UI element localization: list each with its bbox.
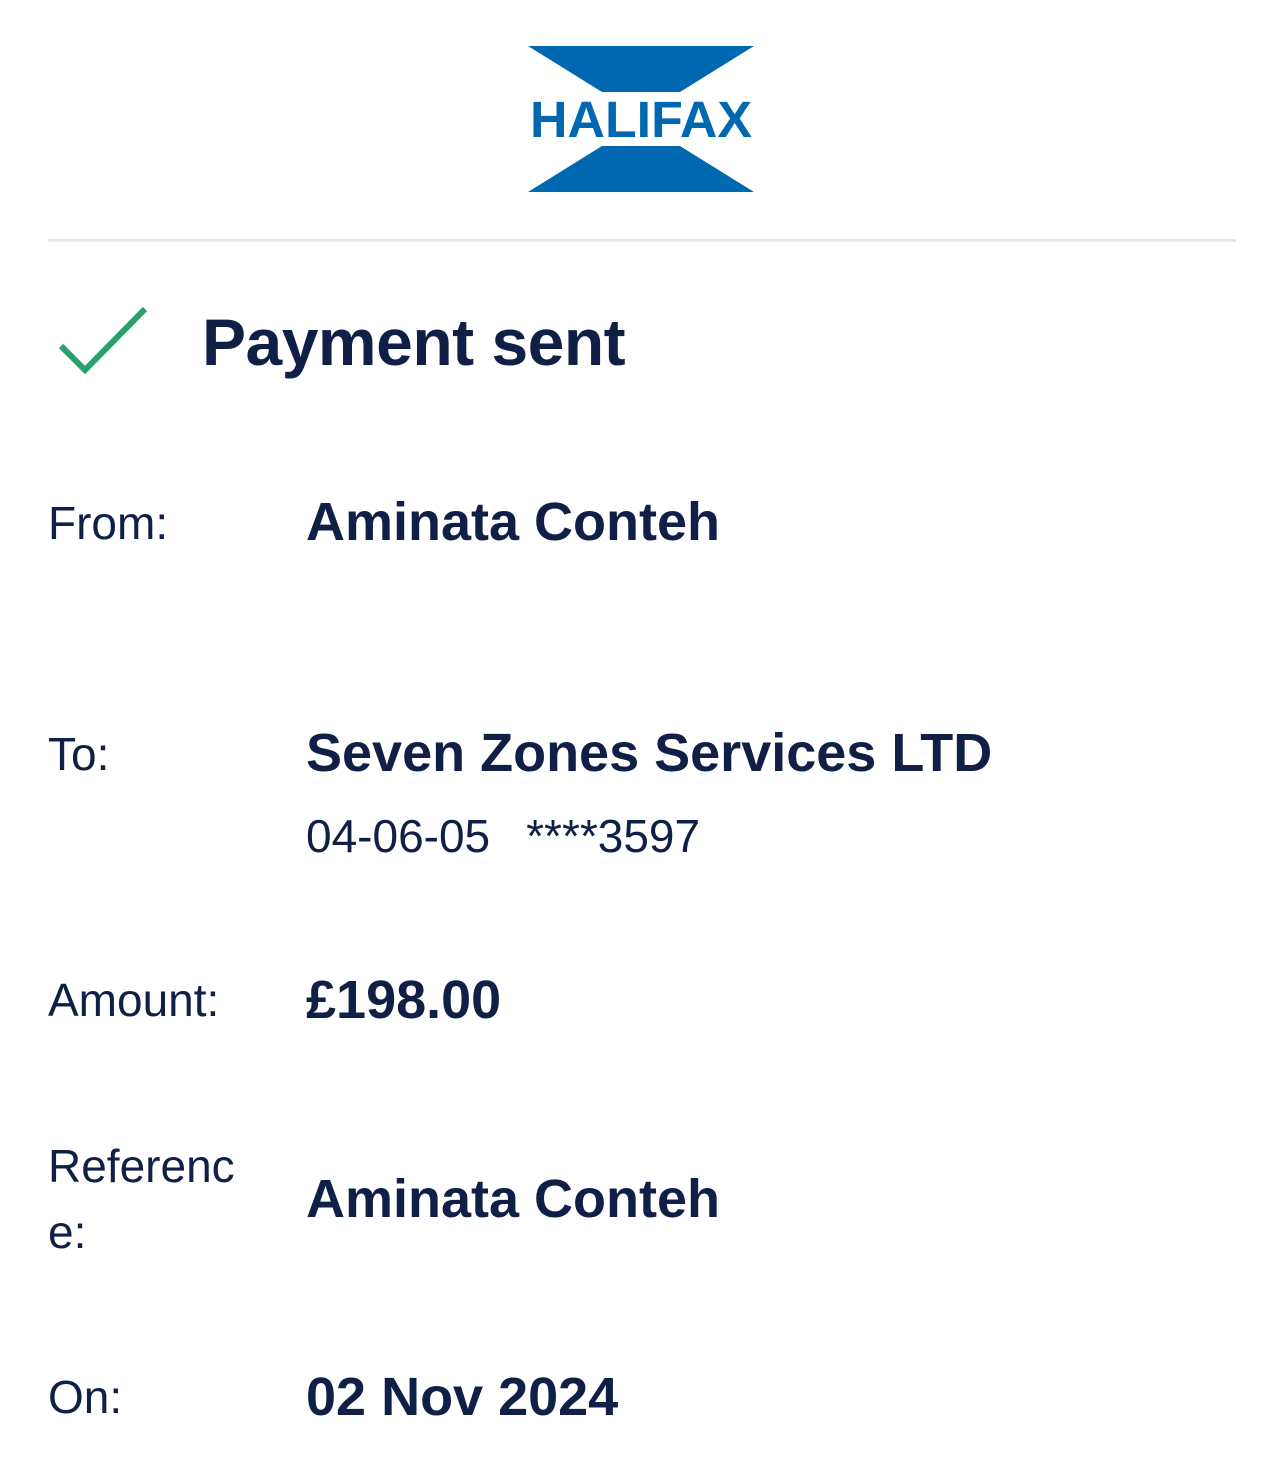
date-value: 02 Nov 2024 [306,1367,619,1427]
halifax-x-logo-icon: HALIFAX [528,46,754,192]
reference-label: Reference: [48,1140,235,1258]
to-label: To: [48,728,110,780]
to-value: Seven Zones Services LTD [306,723,993,783]
amount-value: £198.00 [306,970,502,1030]
logo-text: HALIFAX [530,91,752,148]
amount-label: Amount: [48,974,220,1026]
from-value: Aminata Conteh [306,492,721,552]
reference-value: Aminata Conteh [306,1169,721,1229]
header-divider [48,239,1236,242]
sort-code: 04-06-05 [306,810,491,862]
to-account-details: 04-06-05 ****3597 [306,806,700,866]
date-label: On: [48,1371,123,1423]
page-title: Payment sent [202,305,626,379]
masked-account-number: ****3597 [526,810,701,862]
from-label: From: [48,497,169,549]
checkmark-icon [58,306,148,376]
halifax-logo: HALIFAX [528,46,754,192]
